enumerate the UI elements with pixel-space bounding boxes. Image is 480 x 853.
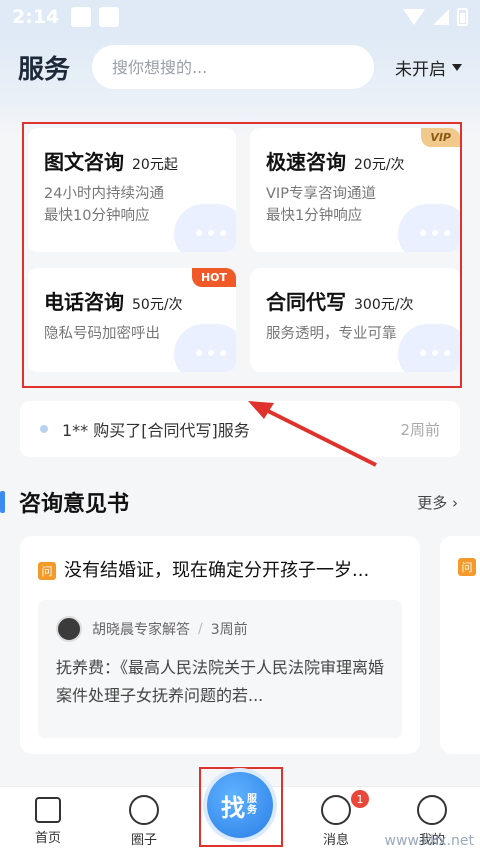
page-title: 服务 [18, 54, 71, 85]
service-grid: 图文咨询 20元起 24小时内持续沟通 最快10分钟响应 VIP 极速咨询 20… [22, 122, 462, 388]
ticker-text: 1** 购买了[合同代写]服务 [62, 421, 250, 440]
nav-label: 圈子 [130, 833, 157, 848]
answer-body: 抚养费：《最高人民法院关于人民法院审理离婚案件处理子女抚养问题的若... [56, 658, 385, 705]
nav-label: 首页 [34, 831, 61, 846]
service-card-phone-consult[interactable]: HOT 电话咨询 50元/次 隐私号码加密呼出 [28, 268, 236, 372]
location-label: 未开启 [395, 59, 446, 80]
profile-icon [417, 795, 447, 825]
service-price: 20元/次 [354, 157, 405, 173]
location-selector[interactable]: 未开启 [395, 55, 462, 80]
service-name: 合同代写 [266, 290, 346, 314]
dot-icon [40, 425, 48, 433]
caret-down-icon [452, 63, 462, 71]
signal-icon [433, 9, 449, 25]
question-icon: 问 [38, 562, 56, 580]
watermark: www.kkx.net [384, 833, 474, 849]
header: 服务 未开启 [0, 34, 480, 100]
find-label: 找 [221, 793, 245, 822]
service-price: 300元/次 [354, 297, 414, 313]
opinion-card[interactable]: 问没有结婚证，现在确定分开孩子一岁... 胡晓晨专家解答 / 3周前 抚养费：《… [20, 536, 420, 754]
section-header: 咨询意见书 更多 › [0, 482, 480, 522]
chat-bubble-icon [398, 204, 460, 252]
section-title: 咨询意见书 [19, 492, 130, 517]
opinion-question: 没有结婚证，现在确定分开孩子一岁... [64, 560, 370, 581]
service-name: 电话咨询 [44, 290, 124, 314]
search-bar[interactable] [92, 45, 374, 89]
section-bar [0, 491, 5, 513]
status-time: 2:14 [12, 6, 60, 28]
nav-label: 消息 [322, 833, 349, 848]
notification-icon [71, 7, 92, 27]
answerer-name: 胡晓晨专家解答 [92, 622, 190, 638]
service-card-fast-consult[interactable]: VIP 极速咨询 20元/次 VIP专享咨询通道 最快1分钟响应 [250, 128, 460, 252]
nav-circle[interactable]: 圈子 [114, 795, 174, 848]
vip-badge: VIP [421, 128, 460, 147]
service-desc: 24小时内持续沟通 [44, 186, 164, 202]
chat-bubble-icon [174, 204, 236, 252]
service-name: 图文咨询 [44, 150, 124, 174]
search-input[interactable] [112, 57, 354, 77]
notification-icon [99, 7, 120, 27]
service-card-contract[interactable]: 合同代写 300元/次 服务透明，专业可靠 [250, 268, 460, 372]
more-link[interactable]: 更多 › [417, 492, 458, 513]
find-service-button[interactable]: 找 服务 [207, 772, 273, 838]
opinion-card-next[interactable]: 问 [440, 536, 480, 754]
red-arrow-annotation [248, 401, 377, 467]
service-name: 极速咨询 [266, 150, 346, 174]
unread-badge: 1 [351, 790, 369, 808]
contract-icon [398, 324, 460, 372]
ticker-time: 2周前 [400, 420, 440, 439]
hot-badge: HOT [191, 268, 236, 287]
answer-box: 胡晓晨专家解答 / 3周前 抚养费：《最高人民法院关于人民法院审理离婚案件处理子… [38, 600, 402, 738]
find-sub-label: 服务 [247, 794, 257, 816]
service-desc: VIP专享咨询通道 [266, 186, 376, 202]
service-price: 50元/次 [132, 297, 183, 313]
compass-icon [129, 795, 159, 825]
nav-home[interactable]: 首页 [18, 795, 78, 846]
question-icon: 问 [458, 557, 476, 576]
phone-icon [174, 324, 236, 372]
home-icon [35, 797, 61, 823]
battery-icon [457, 8, 468, 26]
separator: / [198, 621, 203, 637]
service-card-text-consult[interactable]: 图文咨询 20元起 24小时内持续沟通 最快10分钟响应 [28, 128, 236, 252]
service-price: 20元起 [132, 157, 178, 173]
answer-time: 3周前 [210, 622, 248, 638]
wifi-icon [403, 9, 425, 25]
status-bar: 2:14 [0, 0, 480, 34]
avatar [56, 616, 82, 642]
message-icon [321, 795, 351, 825]
